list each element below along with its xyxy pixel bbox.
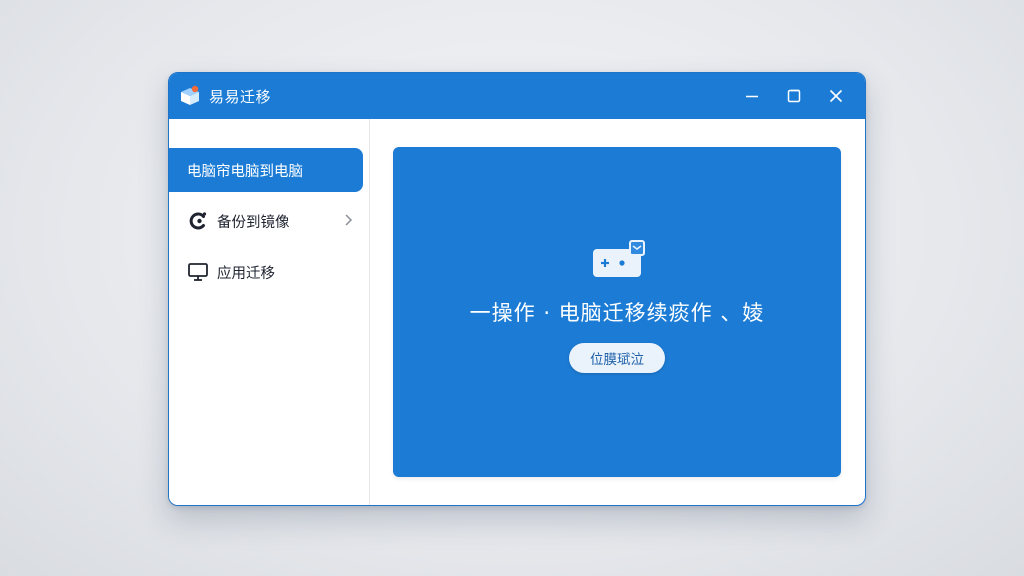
sidebar-item-label: 电脑帘电脑到电脑 [187, 163, 303, 180]
monitor-icon [187, 261, 209, 283]
app-title: 易易迁移 [209, 87, 272, 106]
transfer-device-icon [590, 239, 646, 283]
title-bar[interactable]: 易易迁移 [169, 73, 865, 119]
app-window: 易易迁移 电脑帘电脑到电脑 备份到镜像 应用迁移 一操作 · 电脑迁移续痰作 、… [168, 72, 866, 506]
sidebar: 电脑帘电脑到电脑 备份到镜像 应用迁移 [169, 119, 370, 505]
sidebar-item-label: 备份到镜像 [217, 214, 290, 231]
sidebar-item-backup-image[interactable]: 备份到镜像 [169, 199, 363, 243]
close-icon [829, 89, 843, 103]
chevron-right-icon [343, 213, 353, 231]
hero-title: 一操作 · 电脑迁移续痰作 、婈 [469, 301, 765, 325]
sidebar-item-label: 应用迁移 [217, 265, 275, 282]
minimize-icon [746, 95, 758, 98]
window-controls [731, 73, 857, 119]
maximize-icon [787, 89, 801, 103]
sidebar-item-app-migration[interactable]: 应用迁移 [169, 250, 363, 294]
app-logo-icon [179, 85, 201, 107]
close-button[interactable] [815, 73, 857, 119]
start-button[interactable]: 位膜珷泣 [569, 343, 665, 373]
minimize-button[interactable] [731, 73, 773, 119]
maximize-button[interactable] [773, 73, 815, 119]
main-panel: 一操作 · 电脑迁移续痰作 、婈 位膜珷泣 [393, 147, 841, 477]
backup-c-icon [187, 210, 209, 232]
sidebar-item-pc-to-pc[interactable]: 电脑帘电脑到电脑 [169, 148, 363, 192]
